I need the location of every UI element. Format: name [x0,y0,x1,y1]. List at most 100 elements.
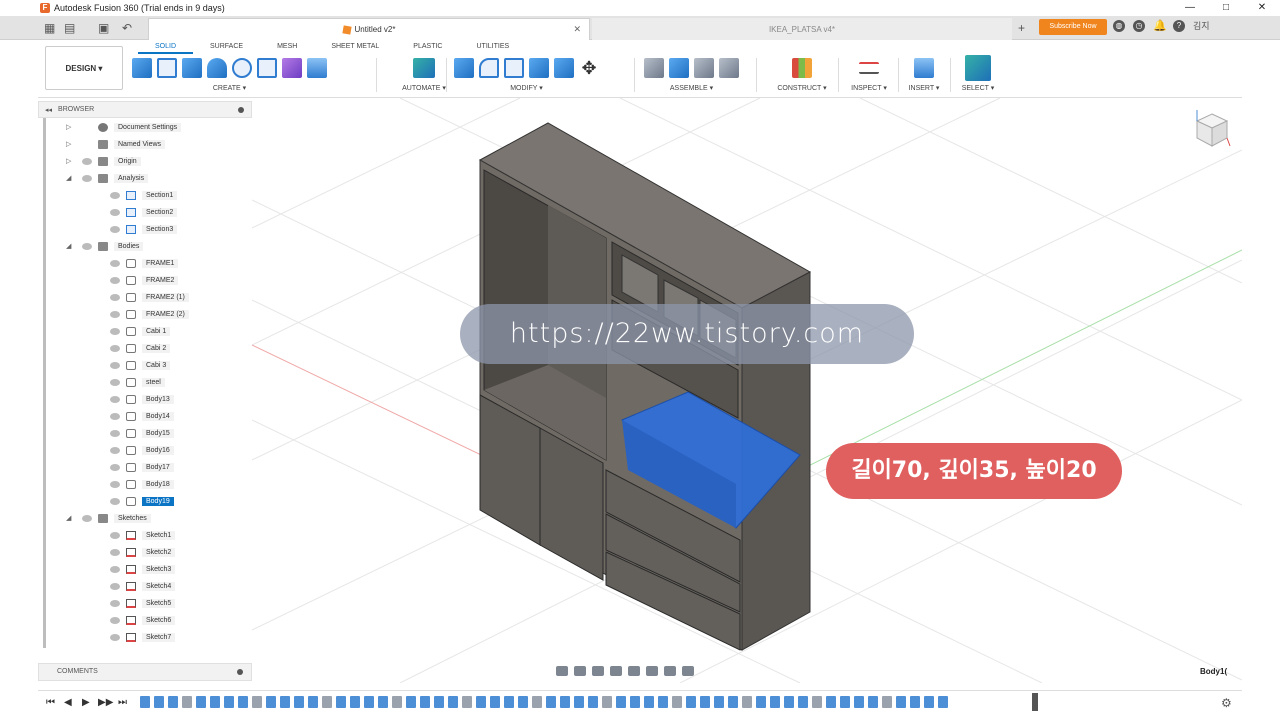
timeline-feature-icon[interactable] [168,696,178,708]
timeline-feature-icon[interactable] [224,696,234,708]
joint-origin-icon[interactable] [719,58,739,78]
subscribe-button[interactable]: Subscribe Now [1039,19,1107,35]
timeline-feature-icon[interactable] [490,696,500,708]
timeline-feature-icon[interactable] [154,696,164,708]
expand-arrow-icon[interactable]: ◢ [66,242,71,250]
browser-item[interactable]: Section2 [38,205,252,219]
browser-item[interactable]: ◢ Sketches [38,511,252,525]
timeline-feature-icon[interactable] [434,696,444,708]
visibility-eye-icon[interactable] [110,446,120,454]
timeline-feature-icon[interactable] [196,696,206,708]
zoom-icon[interactable] [610,666,622,676]
go-to-start-icon[interactable]: ⏮ [46,697,55,708]
browser-item[interactable]: Body13 [38,392,252,406]
visibility-eye-icon[interactable] [82,242,92,250]
timeline-feature-icon[interactable] [518,696,528,708]
browser-item[interactable]: ▷ Named Views [38,137,252,151]
visibility-eye-icon[interactable] [110,633,120,641]
create-sketch-icon[interactable] [157,58,177,78]
visibility-eye-icon[interactable] [110,191,120,199]
browser-item[interactable]: ▷ Document Settings [38,120,252,134]
job-status-icon[interactable]: ◷ [1133,19,1145,32]
pan-icon[interactable] [592,666,604,676]
browser-item[interactable]: ◢ Analysis [38,171,252,185]
browser-item[interactable]: Sketch7 [38,630,252,644]
visibility-eye-icon[interactable] [110,378,120,386]
canvas-viewport[interactable] [252,98,1242,683]
visibility-eye-icon[interactable] [110,531,120,539]
browser-item[interactable]: steel [38,375,252,389]
timeline-feature-icon[interactable] [406,696,416,708]
timeline-feature-icon[interactable] [280,696,290,708]
visibility-eye-icon[interactable] [82,157,92,165]
expand-arrow-icon[interactable]: ▷ [66,157,71,165]
timeline-feature-icon[interactable] [798,696,808,708]
combine-icon[interactable] [529,58,549,78]
timeline-feature-icon[interactable] [294,696,304,708]
browser-item[interactable]: Body14 [38,409,252,423]
timeline-feature-icon[interactable] [462,696,472,708]
display-settings-icon[interactable] [646,666,658,676]
save-icon[interactable]: ▣ [98,21,109,35]
browser-item[interactable]: Section1 [38,188,252,202]
timeline-feature-icon[interactable] [364,696,374,708]
timeline-feature-icon[interactable] [770,696,780,708]
file-menu-icon[interactable]: ▤ [64,21,75,35]
tab-surface[interactable]: SURFACE [193,40,260,54]
joint-icon[interactable] [644,58,664,78]
timeline-feature-icon[interactable] [630,696,640,708]
comments-panel[interactable]: COMMENTS [38,663,252,681]
expand-arrow-icon[interactable]: ▷ [66,123,71,131]
notifications-icon[interactable]: 🔔 [1153,20,1167,32]
browser-item[interactable]: Sketch1 [38,528,252,542]
measure-icon[interactable] [859,62,879,74]
browser-item[interactable]: Sketch3 [38,562,252,576]
timeline-feature-icon[interactable] [532,696,542,708]
tab-sheet-metal[interactable]: SHEET METAL [314,40,396,54]
timeline-feature-icon[interactable] [420,696,430,708]
browser-item[interactable]: Body18 [38,477,252,491]
maximize-button[interactable]: □ [1208,0,1244,16]
timeline-feature-icon[interactable] [140,696,150,708]
view-cube[interactable] [1193,108,1231,150]
timeline-feature-icon[interactable] [882,696,892,708]
timeline-feature-icon[interactable] [658,696,668,708]
insert-image-icon[interactable] [914,58,934,78]
new-component-icon[interactable] [132,58,152,78]
construct-menu[interactable]: CONSTRUCT ▾ [772,84,832,92]
step-back-icon[interactable]: ◀ [64,697,72,708]
browser-item[interactable]: Cabi 2 [38,341,252,355]
timeline-feature-icon[interactable] [756,696,766,708]
visibility-eye-icon[interactable] [110,361,120,369]
tab-mesh[interactable]: MESH [260,40,314,54]
select-icon[interactable] [965,55,991,81]
browser-item[interactable]: Body15 [38,426,252,440]
timeline-feature-icon[interactable] [686,696,696,708]
timeline-feature-icon[interactable] [644,696,654,708]
pattern-icon[interactable] [257,58,277,78]
timeline-feature-icon[interactable] [266,696,276,708]
timeline-feature-icon[interactable] [392,696,402,708]
timeline-feature-icon[interactable] [476,696,486,708]
extensions-icon[interactable]: ◍ [1113,19,1125,32]
visibility-eye-icon[interactable] [110,565,120,573]
timeline-feature-icon[interactable] [910,696,920,708]
timeline-feature-icon[interactable] [602,696,612,708]
select-menu[interactable]: SELECT ▾ [956,84,1000,92]
timeline-feature-icon[interactable] [728,696,738,708]
browser-item[interactable]: FRAME2 (2) [38,307,252,321]
collapse-panel-icon[interactable]: ◂◂ [45,106,52,114]
timeline-feature-icon[interactable] [182,696,192,708]
timeline-feature-icon[interactable] [854,696,864,708]
browser-item[interactable]: Sketch6 [38,613,252,627]
visibility-eye-icon[interactable] [110,582,120,590]
browser-item[interactable]: Cabi 1 [38,324,252,338]
visibility-eye-icon[interactable] [110,310,120,318]
visibility-eye-icon[interactable] [110,259,120,267]
visibility-eye-icon[interactable] [110,616,120,624]
browser-item[interactable]: FRAME1 [38,256,252,270]
modify-menu[interactable]: MODIFY ▾ [454,84,599,92]
form-icon[interactable] [282,58,302,78]
visibility-eye-icon[interactable] [82,174,92,182]
hole-icon[interactable] [232,58,252,78]
